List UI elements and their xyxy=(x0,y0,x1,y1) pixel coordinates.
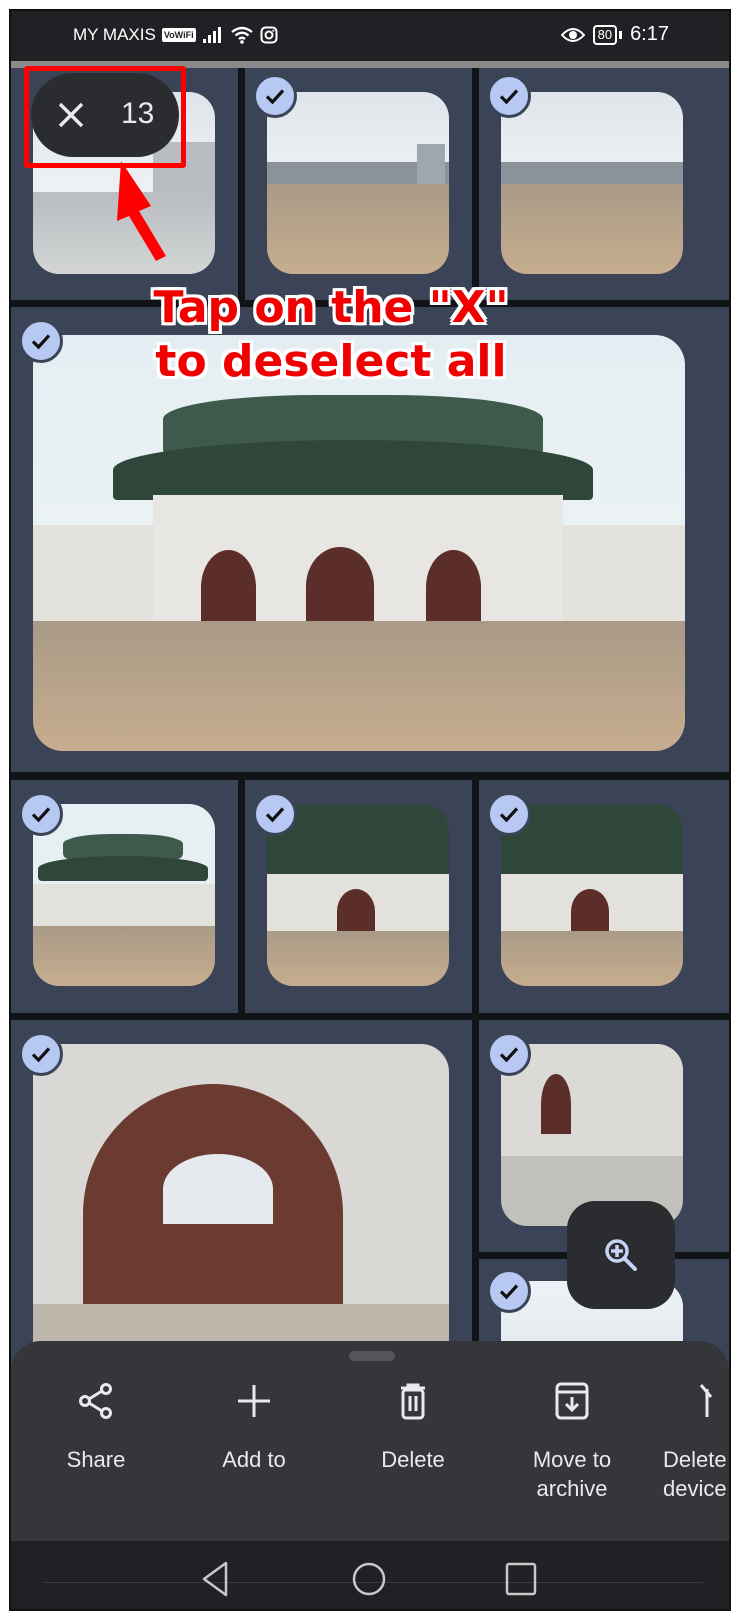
selected-check-icon[interactable] xyxy=(19,1032,63,1076)
move-to-archive-label: Move to archive xyxy=(532,1447,612,1501)
share-icon xyxy=(79,1383,112,1419)
share-button[interactable]: Share xyxy=(21,1381,171,1474)
selected-check-icon[interactable] xyxy=(487,792,531,836)
wifi-icon xyxy=(230,26,253,44)
selected-check-icon[interactable] xyxy=(253,792,297,836)
archive-icon xyxy=(555,1382,589,1420)
delete-label: Delete xyxy=(381,1447,445,1472)
photo-thumbnail[interactable] xyxy=(33,804,215,986)
zoom-in-icon xyxy=(605,1239,637,1271)
annotation-highlight-box xyxy=(24,66,186,168)
selected-check-icon[interactable] xyxy=(487,1032,531,1076)
share-label: Share xyxy=(66,1447,126,1472)
add-to-label: Add to xyxy=(222,1447,286,1472)
add-to-button[interactable]: Add to xyxy=(179,1381,329,1474)
delete-from-device-label: Delete from device xyxy=(663,1447,729,1501)
plus-icon xyxy=(238,1385,270,1417)
drag-handle[interactable] xyxy=(349,1351,395,1361)
status-bar: MY MAXIS VoWiFi 80 6:17 xyxy=(11,11,729,61)
selected-check-icon[interactable] xyxy=(19,319,63,363)
photo-cell[interactable] xyxy=(11,1020,472,1370)
battery-tip xyxy=(619,30,623,39)
delete-button[interactable]: Delete xyxy=(338,1381,488,1474)
photo-cell[interactable] xyxy=(245,780,472,1013)
selected-check-icon[interactable] xyxy=(487,74,531,118)
move-to-archive-button[interactable]: Move to archive xyxy=(497,1381,647,1503)
photo-thumbnail[interactable] xyxy=(501,1044,683,1226)
annotation-line-1: Tap on the "X" xyxy=(153,282,509,333)
photo-thumbnail[interactable] xyxy=(33,1044,449,1344)
delete-from-device-button[interactable]: Delete from device xyxy=(653,1381,729,1503)
photo-thumbnail[interactable] xyxy=(501,92,683,274)
carrier-name: MY MAXIS xyxy=(73,25,156,44)
selected-check-icon[interactable] xyxy=(487,1269,531,1313)
eye-icon xyxy=(560,27,585,42)
selected-check-icon[interactable] xyxy=(253,74,297,118)
delete-device-icon xyxy=(699,1384,713,1417)
clock: 6:17 xyxy=(630,23,669,45)
photo-cell[interactable] xyxy=(11,780,238,1013)
photo-cell[interactable] xyxy=(479,780,729,1013)
phone-screen: MY MAXIS VoWiFi 80 6:17 13 Tap on the "X… xyxy=(9,9,731,1611)
annotation-arrow-icon xyxy=(117,161,166,261)
vowifi-badge: VoWiFi xyxy=(161,28,196,42)
back-icon[interactable] xyxy=(196,1559,236,1599)
photo-large[interactable] xyxy=(33,335,685,751)
photo-cell[interactable] xyxy=(479,68,729,300)
selected-check-icon[interactable] xyxy=(19,792,63,836)
home-icon[interactable] xyxy=(349,1559,389,1599)
photo-thumbnail[interactable] xyxy=(501,804,683,986)
trash-icon xyxy=(401,1383,425,1420)
annotation-text: Tap on the "X" to deselect all xyxy=(111,281,551,389)
instagram-icon xyxy=(260,26,278,44)
annotation-line-2: to deselect all xyxy=(155,336,507,387)
signal-icon xyxy=(202,27,221,43)
photo-thumbnail[interactable] xyxy=(267,804,449,986)
action-sheet: Share Add to Delete Move to archive Dele… xyxy=(11,1341,729,1541)
battery-icon: 80 xyxy=(592,24,618,45)
navigation-bar xyxy=(11,1541,729,1609)
recents-icon[interactable] xyxy=(501,1559,541,1599)
photo-thumbnail[interactable] xyxy=(267,92,449,274)
zoom-button[interactable] xyxy=(567,1201,675,1309)
photo-cell[interactable] xyxy=(245,68,472,300)
